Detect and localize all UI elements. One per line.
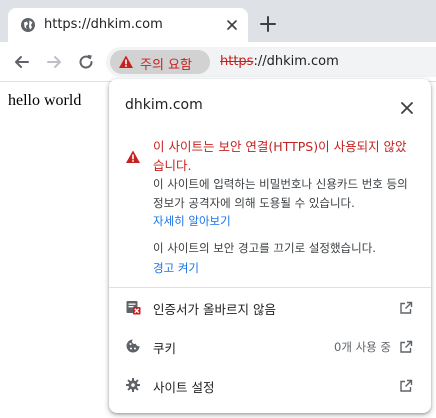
browser-toolbar: 주의 요함 https://dhkim.com — [0, 42, 436, 82]
turn-on-warnings-link[interactable]: 경고 켜기 — [153, 260, 199, 276]
popup-site-host: dhkim.com — [125, 97, 203, 113]
close-tab-icon[interactable] — [224, 17, 240, 33]
connection-warning-title: 이 사이트는 보안 연결(HTTPS)이 사용되지 않았습니다. — [153, 139, 407, 173]
cookie-icon — [125, 338, 141, 354]
tab-strip: https://dhkim.com — [0, 0, 436, 42]
reload-icon[interactable] — [76, 52, 96, 72]
warnings-disabled-text: 이 사이트의 보안 경고를 끄기로 설정했습니다. — [153, 241, 376, 255]
url-scheme: https — [220, 54, 254, 69]
address-bar[interactable]: 주의 요함 https://dhkim.com — [106, 47, 436, 77]
cookies-row[interactable]: 쿠키 0개 사용 중 — [109, 327, 431, 365]
certificate-row[interactable]: 인증서가 올바르지 않음 — [109, 288, 431, 326]
warning-triangle-icon — [118, 54, 134, 70]
tab-title: https://dhkim.com — [44, 17, 163, 32]
forward-arrow-icon[interactable] — [44, 52, 64, 72]
url-text[interactable]: https://dhkim.com — [220, 54, 339, 69]
page-body-text: hello world — [8, 92, 82, 109]
site-settings-label: 사이트 설정 — [153, 380, 215, 395]
warning-triangle-icon — [125, 149, 141, 165]
back-arrow-icon[interactable] — [12, 52, 32, 72]
cookies-label: 쿠키 — [153, 341, 177, 356]
certificate-invalid-icon — [125, 299, 141, 315]
not-secure-chip[interactable]: 주의 요함 — [110, 50, 210, 74]
browser-tab[interactable]: https://dhkim.com — [8, 8, 248, 42]
new-tab-plus-icon[interactable] — [258, 14, 278, 34]
connection-warning-description: 이 사이트에 입력하는 비밀번호나 신용카드 번호 등의 정보가 공격자에 의해… — [153, 177, 408, 210]
gear-icon — [125, 377, 141, 393]
cookies-count: 0개 사용 중 — [334, 340, 391, 354]
external-link-icon — [399, 378, 413, 392]
site-settings-row[interactable]: 사이트 설정 — [109, 366, 431, 404]
url-host: ://dhkim.com — [253, 54, 339, 69]
globe-icon — [20, 17, 36, 33]
external-link-icon — [399, 300, 413, 314]
learn-more-link[interactable]: 자세히 알아보기 — [153, 213, 231, 229]
certificate-label: 인증서가 올바르지 않음 — [153, 302, 276, 317]
site-info-popup: dhkim.com 이 사이트는 보안 연결(HTTPS)이 사용되지 않았습니… — [109, 79, 431, 413]
not-secure-label: 주의 요함 — [140, 58, 192, 73]
external-link-icon — [399, 339, 413, 353]
close-icon[interactable] — [401, 99, 413, 114]
